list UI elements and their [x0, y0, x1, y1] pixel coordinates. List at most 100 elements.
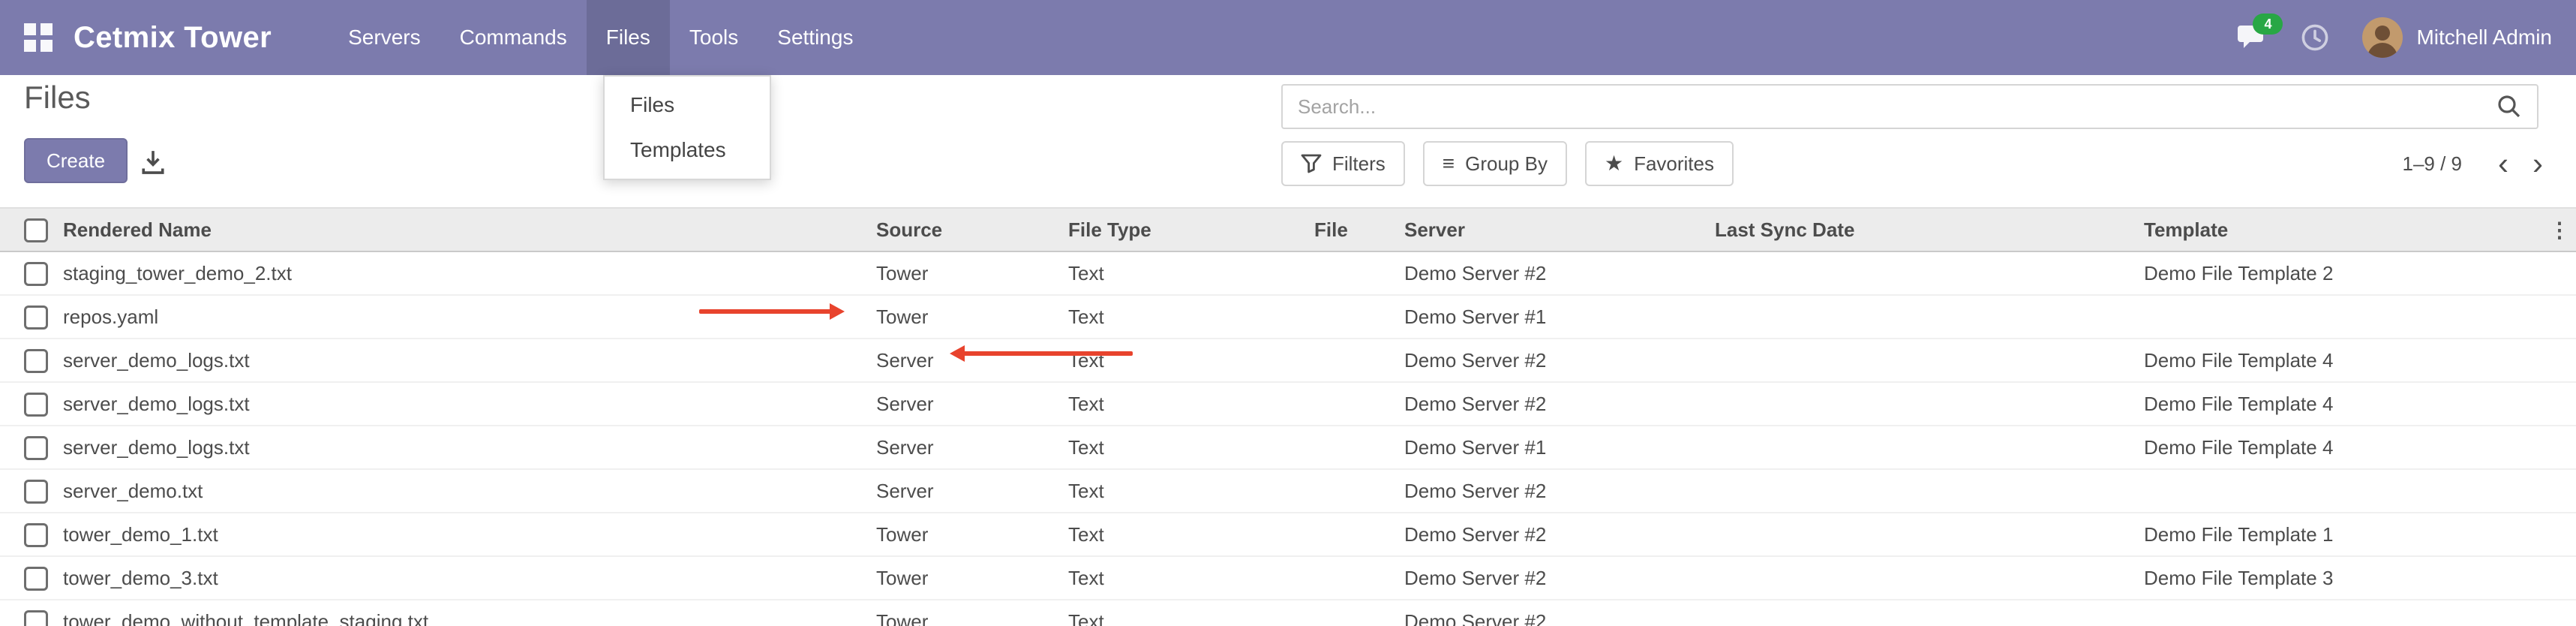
favorites-button[interactable]: ★ Favorites [1585, 141, 1734, 186]
cell-server: Demo Server #1 [1404, 295, 1715, 339]
cell-rendered-name: staging_tower_demo_2.txt [63, 251, 876, 295]
column-header-file-type[interactable]: File Type [1068, 208, 1314, 251]
user-avatar[interactable] [2362, 17, 2403, 58]
group-by-button[interactable]: ≡ Group By [1423, 141, 1567, 186]
cell-template: Demo File Template 4 [2144, 426, 2543, 469]
select-all-cell[interactable] [0, 208, 63, 251]
dropdown-item-templates[interactable]: Templates [605, 128, 770, 173]
cell-file [1314, 339, 1404, 382]
cell-server: Demo Server #1 [1404, 426, 1715, 469]
cell-server: Demo Server #2 [1404, 469, 1715, 513]
messages-icon[interactable]: 4 [2238, 23, 2271, 53]
cell-options [2543, 600, 2576, 626]
column-header-rendered-name[interactable]: Rendered Name [63, 208, 876, 251]
cell-last-sync-date [1715, 339, 2144, 382]
table-row[interactable]: server_demo_logs.txt Server Text Demo Se… [0, 426, 2576, 469]
column-header-last-sync-date[interactable]: Last Sync Date [1715, 208, 2144, 251]
cell-options [2543, 513, 2576, 556]
dropdown-item-files[interactable]: Files [605, 83, 770, 128]
row-select-cell[interactable] [0, 556, 63, 600]
cell-file [1314, 426, 1404, 469]
row-select-cell[interactable] [0, 339, 63, 382]
files-table: Rendered Name Source File Type File Serv… [0, 207, 2576, 626]
table-row[interactable]: server_demo.txt Server Text Demo Server … [0, 469, 2576, 513]
main-menu: Servers Commands Files Tools Settings [329, 0, 872, 75]
column-header-template[interactable]: Template [2144, 208, 2543, 251]
row-select-cell[interactable] [0, 600, 63, 626]
menu-settings[interactable]: Settings [758, 0, 872, 75]
row-checkbox[interactable] [24, 393, 48, 417]
table-row[interactable]: server_demo_logs.txt Server Text Demo Se… [0, 339, 2576, 382]
menu-commands[interactable]: Commands [440, 0, 587, 75]
cell-source: Tower [876, 251, 1068, 295]
cell-last-sync-date [1715, 513, 2144, 556]
column-header-server[interactable]: Server [1404, 208, 1715, 251]
user-menu[interactable]: Mitchell Admin [2416, 26, 2552, 50]
row-checkbox[interactable] [24, 567, 48, 591]
table-header-row: Rendered Name Source File Type File Serv… [0, 208, 2576, 251]
cell-server: Demo Server #2 [1404, 556, 1715, 600]
row-checkbox[interactable] [24, 349, 48, 373]
row-select-cell[interactable] [0, 251, 63, 295]
table-row[interactable]: tower_demo_3.txt Tower Text Demo Server … [0, 556, 2576, 600]
apps-grid-icon[interactable] [24, 23, 53, 52]
cell-file-type: Text [1068, 600, 1314, 626]
download-icon [140, 149, 166, 175]
cell-template: Demo File Template 1 [2144, 513, 2543, 556]
cell-rendered-name: tower_demo_3.txt [63, 556, 876, 600]
optional-columns-icon[interactable]: ⋮ [2549, 218, 2570, 242]
menu-files[interactable]: Files [587, 0, 670, 75]
row-select-cell[interactable] [0, 426, 63, 469]
table-row[interactable]: repos.yaml Tower Text Demo Server #1 [0, 295, 2576, 339]
table-row[interactable]: server_demo_logs.txt Server Text Demo Se… [0, 382, 2576, 426]
row-select-cell[interactable] [0, 513, 63, 556]
row-checkbox[interactable] [24, 610, 48, 626]
apps-grid-square [24, 23, 36, 35]
row-select-cell[interactable] [0, 295, 63, 339]
cell-template: Demo File Template 3 [2144, 556, 2543, 600]
cell-file [1314, 469, 1404, 513]
search-icon[interactable] [2496, 94, 2537, 119]
pager-range: 1–9 / 9 [2402, 152, 2462, 176]
cell-source: Tower [876, 295, 1068, 339]
row-select-cell[interactable] [0, 469, 63, 513]
select-all-checkbox[interactable] [24, 218, 48, 242]
cell-options [2543, 469, 2576, 513]
files-dropdown-menu: Files Templates [603, 75, 771, 180]
row-checkbox[interactable] [24, 305, 48, 330]
cell-rendered-name: server_demo.txt [63, 469, 876, 513]
export-button[interactable] [135, 146, 171, 179]
files-list-view: Rendered Name Source File Type File Serv… [0, 207, 2576, 626]
row-checkbox[interactable] [24, 480, 48, 504]
files-table-body: staging_tower_demo_2.txt Tower Text Demo… [0, 251, 2576, 626]
filters-button[interactable]: Filters [1281, 141, 1405, 186]
table-row[interactable]: tower_demo_1.txt Tower Text Demo Server … [0, 513, 2576, 556]
table-row[interactable]: staging_tower_demo_2.txt Tower Text Demo… [0, 251, 2576, 295]
create-button[interactable]: Create [24, 138, 128, 183]
apps-grid-square [41, 40, 53, 52]
cell-last-sync-date [1715, 469, 2144, 513]
activities-icon[interactable] [2301, 23, 2329, 52]
table-row[interactable]: tower_demo_without_template_staging.txt … [0, 600, 2576, 626]
menu-servers[interactable]: Servers [329, 0, 440, 75]
column-header-source[interactable]: Source [876, 208, 1068, 251]
cell-rendered-name: server_demo_logs.txt [63, 339, 876, 382]
cell-source: Server [876, 339, 1068, 382]
app-brand-title[interactable]: Cetmix Tower [74, 21, 272, 55]
row-checkbox[interactable] [24, 262, 48, 286]
menu-tools[interactable]: Tools [670, 0, 758, 75]
cell-template [2144, 469, 2543, 513]
pager-next-button[interactable]: › [2520, 148, 2555, 179]
cell-server: Demo Server #2 [1404, 600, 1715, 626]
favorites-label: Favorites [1634, 152, 1714, 176]
cell-last-sync-date [1715, 295, 2144, 339]
column-header-file[interactable]: File [1314, 208, 1404, 251]
row-select-cell[interactable] [0, 382, 63, 426]
search-input[interactable] [1283, 95, 2496, 119]
cell-options [2543, 339, 2576, 382]
cell-last-sync-date [1715, 251, 2144, 295]
cell-options [2543, 295, 2576, 339]
pager-previous-button[interactable]: ‹ [2486, 148, 2520, 179]
row-checkbox[interactable] [24, 523, 48, 547]
row-checkbox[interactable] [24, 436, 48, 460]
